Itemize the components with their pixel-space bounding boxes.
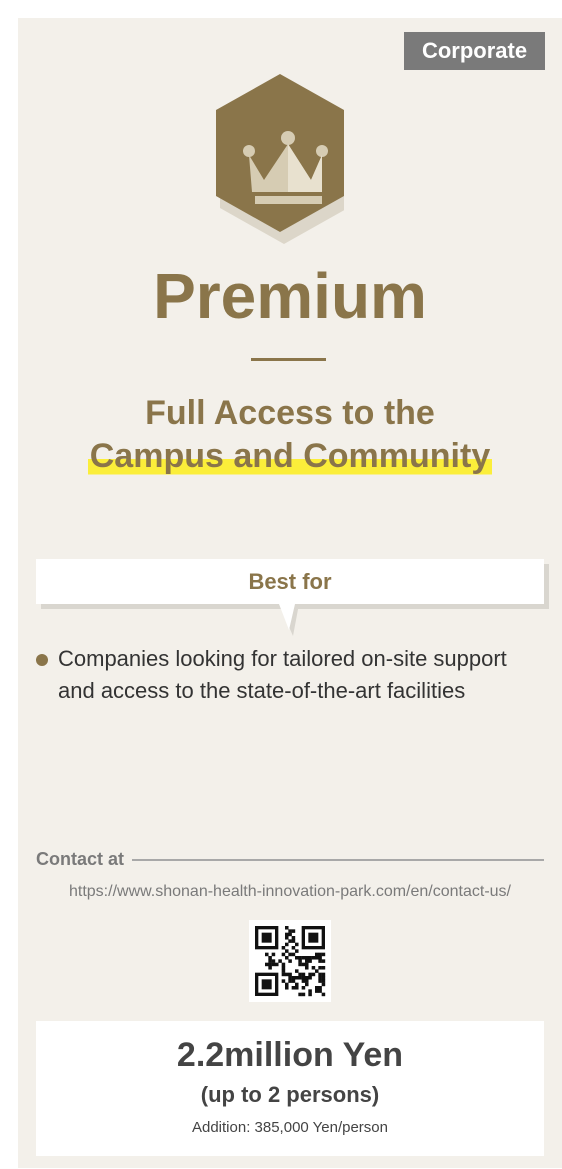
plan-subtitle-line2: Campus and Community: [87, 436, 493, 476]
price-box: 2.2million Yen (up to 2 persons) Additio…: [36, 1021, 544, 1156]
crown-icon: [216, 74, 344, 244]
qr-code-graphic: [255, 926, 326, 997]
plan-subtitle-line2-wrap: Campus and Community: [18, 436, 562, 476]
best-for-list: Companies looking for tailored on-site s…: [36, 643, 536, 707]
list-item: Companies looking for tailored on-site s…: [36, 643, 536, 707]
price-amount: 2.2million Yen: [176, 1036, 404, 1074]
plan-title: Premium: [153, 260, 427, 332]
plan-card: Corporate Premium Full Access to the Cam…: [18, 18, 562, 1168]
corporate-badge: Corporate: [404, 32, 545, 70]
qr-code-icon[interactable]: [249, 920, 331, 1002]
best-for-label: Best for: [248, 569, 332, 594]
price-persons: (up to 2 persons): [200, 1082, 380, 1107]
contact-url[interactable]: https://www.shonan-health-innovation-par…: [18, 882, 562, 902]
contact-label: Contact at: [36, 848, 133, 870]
best-for-box: Best for: [36, 559, 544, 604]
title-divider: [251, 358, 326, 361]
price-addition: Addition: 385,000 Yen/person: [191, 1119, 388, 1136]
contact-header: Contact at: [36, 848, 544, 870]
list-item-text: Companies looking for tailored on-site s…: [58, 646, 507, 703]
plan-subtitle-line1: Full Access to the: [145, 394, 435, 432]
speech-notch: [279, 604, 299, 636]
bullet-dot-icon: [36, 654, 48, 666]
